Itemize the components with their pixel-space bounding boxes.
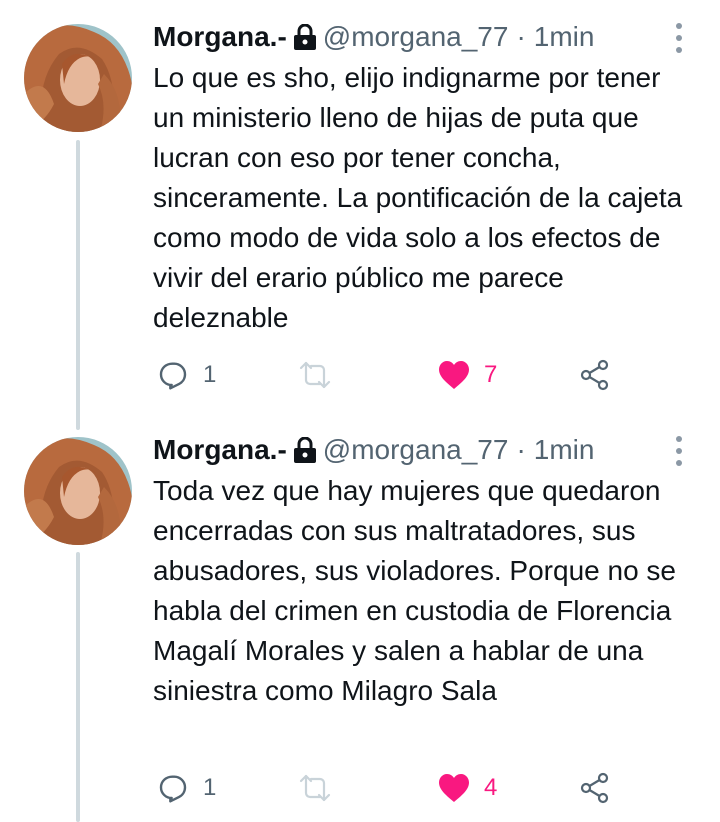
lock-icon <box>293 24 317 50</box>
tweet-actions: 1 7 <box>153 355 633 395</box>
lock-icon <box>293 437 317 463</box>
avatar[interactable] <box>24 24 132 132</box>
like-count: 4 <box>484 774 498 801</box>
share-button[interactable] <box>579 768 611 808</box>
like-button[interactable]: 4 <box>438 768 497 808</box>
tweet-text: Lo que es sho, elijo indignarme por tene… <box>153 62 683 333</box>
more-icon[interactable] <box>672 23 686 53</box>
like-button[interactable]: 7 <box>438 355 497 395</box>
tweet-header: Morgana.- @morgana_77 · 1min <box>153 17 594 57</box>
heart-filled-icon <box>438 360 470 390</box>
separator-dot: · <box>516 434 526 465</box>
tweet-actions: 1 4 <box>153 768 633 808</box>
reply-icon <box>157 359 189 391</box>
thread-line <box>76 552 80 822</box>
share-icon <box>579 772 611 804</box>
reply-icon <box>157 772 189 804</box>
like-count: 7 <box>484 361 498 388</box>
reply-count: 1 <box>203 361 217 388</box>
display-name[interactable]: Morgana.- <box>153 21 287 53</box>
share-icon <box>579 359 611 391</box>
share-button[interactable] <box>579 355 611 395</box>
display-name[interactable]: Morgana.- <box>153 434 287 466</box>
timestamp[interactable]: 1min <box>534 434 595 466</box>
timestamp[interactable]: 1min <box>534 21 595 53</box>
tweet-text: Toda vez que hay mujeres que quedaron en… <box>153 475 676 706</box>
thread-line <box>76 140 80 430</box>
handle[interactable]: @morgana_77 <box>323 21 509 53</box>
more-icon[interactable] <box>672 436 686 466</box>
separator-dot: · <box>516 21 526 52</box>
tweet-header: Morgana.- @morgana_77 · 1min <box>153 430 594 470</box>
handle[interactable]: @morgana_77 <box>323 434 509 466</box>
reply-button[interactable]: 1 <box>157 768 216 808</box>
reply-button[interactable]: 1 <box>157 355 216 395</box>
reply-count: 1 <box>203 774 217 801</box>
retweet-button[interactable] <box>298 355 332 395</box>
retweet-icon <box>298 360 332 390</box>
retweet-icon <box>298 773 332 803</box>
avatar[interactable] <box>24 437 132 545</box>
retweet-button[interactable] <box>298 768 332 808</box>
heart-filled-icon <box>438 773 470 803</box>
